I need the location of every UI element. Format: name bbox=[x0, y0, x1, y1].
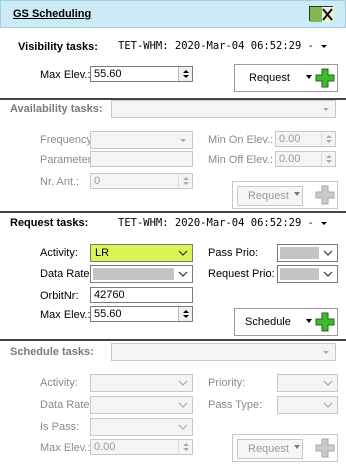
gs-scheduling-panel: GS Scheduling Visibility tasks: TET-WHM:… bbox=[0, 0, 346, 465]
dropdown-arrow-icon[interactable] bbox=[305, 73, 313, 81]
request-section: Request tasks: TET-WHM: 2020-Mar-04 06:5… bbox=[0, 213, 346, 339]
request-prio-label: Request Prio: bbox=[208, 268, 275, 280]
spin-buttons-icon[interactable] bbox=[178, 174, 192, 188]
spin-buttons-icon[interactable] bbox=[178, 307, 192, 321]
chevron-down-icon bbox=[178, 380, 188, 386]
chevron-down-icon bbox=[323, 402, 333, 408]
spin-buttons-icon[interactable] bbox=[321, 132, 335, 146]
visibility-max-elev-spinner[interactable]: 55.60 bbox=[90, 66, 193, 82]
availability-title: Availability tasks: bbox=[10, 103, 103, 115]
schedule-max-elev-spinner[interactable]: 0.00 bbox=[90, 439, 193, 455]
schedule-data-rate-combo[interactable] bbox=[90, 396, 193, 414]
chevron-down-icon bbox=[323, 271, 333, 277]
activity-combo[interactable]: LR bbox=[90, 244, 193, 262]
spin-buttons-icon[interactable] bbox=[321, 152, 335, 166]
min-on-elev-label: Min On Elev.: bbox=[208, 134, 274, 146]
is-pass-combo[interactable] bbox=[90, 418, 193, 436]
chevron-down-icon bbox=[323, 250, 333, 256]
chevron-down-icon bbox=[178, 424, 188, 430]
plus-icon[interactable] bbox=[315, 68, 335, 88]
visibility-max-elev-label: Max Elev.: bbox=[40, 69, 91, 81]
availability-action-box: Request bbox=[232, 181, 338, 209]
schedule-data-rate-label: Data Rate: bbox=[40, 399, 93, 411]
request-action-box: Schedule bbox=[234, 308, 338, 336]
request-task-combo[interactable]: TET-WHM: 2020-Mar-04 06:52:29 - 20 bbox=[114, 215, 332, 231]
request-prio-combo[interactable] bbox=[277, 265, 338, 283]
priority-combo[interactable] bbox=[277, 374, 338, 392]
visibility-title: Visibility tasks: bbox=[18, 41, 98, 53]
schedule-button[interactable]: Schedule bbox=[239, 313, 303, 333]
chevron-down-icon bbox=[323, 380, 333, 386]
request-task-value: TET-WHM: 2020-Mar-04 06:52:29 - 20 bbox=[118, 217, 318, 229]
visibility-task-value: TET-WHM: 2020-Mar-04 06:52:29 - 20 bbox=[118, 40, 318, 52]
request-title: Request tasks: bbox=[10, 217, 89, 229]
schedule-activity-combo[interactable] bbox=[90, 374, 193, 392]
data-rate-combo[interactable] bbox=[90, 265, 193, 283]
request-max-elev-spinner[interactable]: 55.60 bbox=[90, 306, 193, 322]
plus-icon[interactable] bbox=[315, 185, 335, 205]
pass-type-label: Pass Type: bbox=[208, 399, 263, 411]
nr-ant-spinner[interactable]: 0 bbox=[90, 173, 193, 189]
pass-type-combo[interactable] bbox=[277, 396, 338, 414]
frequency-label: Frequency: bbox=[40, 134, 96, 146]
dropdown-arrow-icon[interactable] bbox=[305, 317, 313, 325]
title-bar: GS Scheduling bbox=[0, 0, 346, 28]
schedule-section: Schedule tasks: Activity: Priority: Data… bbox=[0, 341, 346, 465]
pass-prio-label: Pass Prio: bbox=[208, 247, 259, 259]
min-on-elev-spinner[interactable]: 0.00 bbox=[275, 131, 336, 147]
is-pass-label: Is Pass: bbox=[40, 421, 80, 433]
close-window-icon[interactable] bbox=[309, 6, 334, 22]
request-max-elev-value: 55.60 bbox=[94, 308, 122, 320]
plus-icon[interactable] bbox=[315, 312, 335, 332]
schedule-action-box: Request bbox=[232, 434, 338, 462]
availability-section: Availability tasks: Frequency: Min On El… bbox=[0, 100, 346, 211]
pass-prio-combo[interactable] bbox=[277, 244, 338, 262]
parameter-label: Parameter: bbox=[40, 154, 95, 166]
orbit-nr-label: OrbitNr: bbox=[40, 290, 79, 302]
schedule-title: Schedule tasks: bbox=[10, 346, 94, 358]
parameter-field[interactable] bbox=[90, 151, 193, 167]
dropdown-arrow-icon bbox=[180, 139, 186, 142]
schedule-max-elev-label: Max Elev.: bbox=[40, 442, 91, 454]
dropdown-arrow-icon[interactable] bbox=[293, 443, 301, 451]
plus-icon[interactable] bbox=[315, 438, 335, 458]
dropdown-arrow-icon bbox=[323, 351, 329, 354]
frequency-combo[interactable] bbox=[90, 131, 193, 149]
data-rate-label: Data Rate: bbox=[40, 268, 93, 280]
nr-ant-label: Nr. Ant.: bbox=[40, 176, 80, 188]
visibility-request-button[interactable]: Request bbox=[239, 69, 303, 89]
dropdown-arrow-icon bbox=[321, 222, 327, 225]
chevron-down-icon bbox=[178, 402, 188, 408]
priority-label: Priority: bbox=[208, 377, 246, 389]
visibility-section: Visibility tasks: TET-WHM: 2020-Mar-04 0… bbox=[0, 29, 346, 98]
window-title: GS Scheduling bbox=[13, 8, 92, 20]
chevron-down-icon bbox=[178, 250, 188, 256]
request-max-elev-label: Max Elev.: bbox=[40, 309, 91, 321]
orbit-nr-field[interactable]: 42760 bbox=[90, 287, 193, 303]
chevron-down-icon bbox=[178, 271, 188, 277]
schedule-activity-label: Activity: bbox=[40, 377, 78, 389]
activity-label: Activity: bbox=[40, 247, 78, 259]
visibility-task-combo[interactable]: TET-WHM: 2020-Mar-04 06:52:29 - 20 bbox=[114, 38, 332, 54]
visibility-max-elev-value: 55.60 bbox=[94, 68, 122, 80]
min-off-elev-spinner[interactable]: 0.00 bbox=[275, 151, 336, 167]
schedule-task-combo[interactable] bbox=[111, 343, 336, 361]
visibility-action-box: Request bbox=[234, 64, 338, 92]
spin-buttons-icon[interactable] bbox=[178, 67, 192, 81]
dropdown-arrow-icon bbox=[323, 108, 329, 111]
spin-buttons-icon[interactable] bbox=[178, 440, 192, 454]
availability-task-combo[interactable] bbox=[111, 100, 336, 118]
dropdown-arrow-icon bbox=[321, 45, 327, 48]
dropdown-arrow-icon[interactable] bbox=[293, 190, 301, 198]
min-off-elev-label: Min Off Elev.: bbox=[208, 154, 274, 166]
activity-value: LR bbox=[95, 247, 110, 259]
